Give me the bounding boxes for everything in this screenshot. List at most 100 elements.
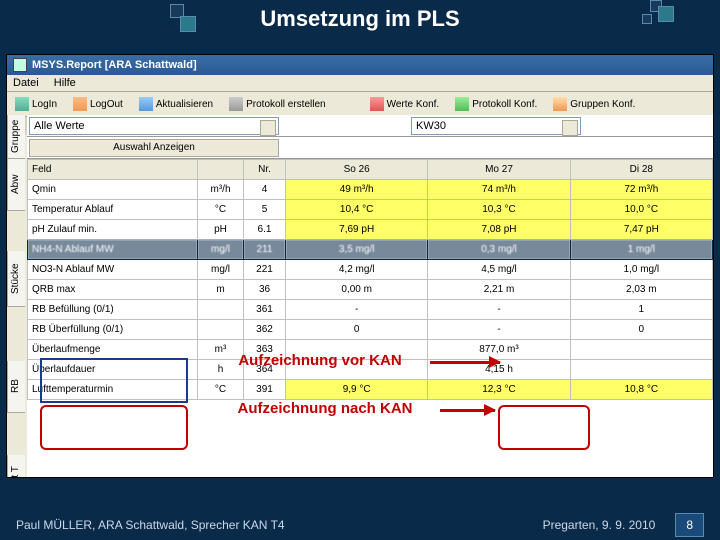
table-row: RB Befüllung (0/1)361--1	[28, 300, 713, 320]
protocol-create-button[interactable]: Protokoll erstellen	[225, 95, 329, 113]
table-row: QRB maxm360,00 m2,21 m2,03 m	[28, 280, 713, 300]
values-combo[interactable]: Alle Werte	[29, 117, 279, 135]
cell-nr: 36	[244, 280, 286, 300]
protokoll-konf-icon	[455, 97, 469, 111]
slide-number: 8	[675, 513, 704, 537]
cell-unit: °C	[198, 380, 244, 400]
cell-label: NH4-N Ablauf MW	[28, 240, 198, 260]
cell-nr: 4	[244, 180, 286, 200]
cell-so: 10,4 °C	[286, 200, 428, 220]
window-titlebar: MSYS.Report [ARA Schattwald]	[7, 55, 713, 75]
arrow-before	[430, 361, 500, 364]
cell-di: 1 mg/l	[570, 240, 712, 260]
cell-so: 49 m³/h	[286, 180, 428, 200]
cell-label: QRB max	[28, 280, 198, 300]
menu-file[interactable]: Datei	[13, 77, 39, 89]
cell-so: 9,9 °C	[286, 380, 428, 400]
cell-mo: -	[428, 320, 570, 340]
table-row: NO3-N Ablauf MWmg/l2214,2 mg/l4,5 mg/l1,…	[28, 260, 713, 280]
cell-so: 3,5 mg/l	[286, 240, 428, 260]
cell-mo: 0,3 mg/l	[428, 240, 570, 260]
cell-di: 10,8 °C	[570, 380, 712, 400]
cell-unit: °C	[198, 200, 244, 220]
table-row: Überlaufmengem³363877,0 m³	[28, 340, 713, 360]
col-day-0: So 26	[286, 160, 428, 180]
cell-nr: 391	[244, 380, 286, 400]
cell-nr: 221	[244, 260, 286, 280]
cell-mo: 74 m³/h	[428, 180, 570, 200]
app-icon	[13, 58, 27, 72]
cell-label: NO3-N Ablauf MW	[28, 260, 198, 280]
vtab-rb[interactable]: RB	[7, 361, 25, 413]
col-day-1: Mo 27	[428, 160, 570, 180]
login-icon	[15, 97, 29, 111]
vtab-stuecke[interactable]: Stücke	[7, 251, 25, 307]
vtab-luft[interactable]: uft T	[7, 455, 25, 478]
cell-mo: 4,5 mg/l	[428, 260, 570, 280]
col-unit	[198, 160, 244, 180]
gruppen-icon	[553, 97, 567, 111]
login-button[interactable]: LogIn	[11, 95, 61, 113]
table-row: Temperatur Ablauf°C510,4 °C10,3 °C10,0 °…	[28, 200, 713, 220]
cell-di: 1	[570, 300, 712, 320]
cell-unit: m³	[198, 340, 244, 360]
cell-nr: 362	[244, 320, 286, 340]
menu-help[interactable]: Hilfe	[54, 77, 76, 89]
logout-icon	[73, 97, 87, 111]
werte-icon	[370, 97, 384, 111]
gruppen-konf-button[interactable]: Gruppen Konf.	[549, 95, 639, 113]
cell-so	[286, 340, 428, 360]
cell-so: 0	[286, 320, 428, 340]
cell-label: RB Überfüllung (0/1)	[28, 320, 198, 340]
refresh-icon	[139, 97, 153, 111]
cell-label: Temperatur Ablauf	[28, 200, 198, 220]
cell-so	[286, 360, 428, 380]
logout-button[interactable]: LogOut	[69, 95, 127, 113]
werte-konf-button[interactable]: Werte Konf.	[366, 95, 444, 113]
cell-label: RB Befüllung (0/1)	[28, 300, 198, 320]
cell-unit: pH	[198, 220, 244, 240]
cell-mo: -	[428, 300, 570, 320]
cell-nr: 364	[244, 360, 286, 380]
protokoll-konf-button[interactable]: Protokoll Konf.	[451, 95, 541, 113]
blue-highlight-rb	[40, 358, 188, 403]
col-nr: Nr.	[244, 160, 286, 180]
table-row: NH4-N Ablauf MWmg/l2113,5 mg/l0,3 mg/l1 …	[28, 240, 713, 260]
vtab-abw[interactable]: Abw	[7, 159, 25, 211]
vtab-gruppe[interactable]: Gruppe	[7, 115, 25, 159]
header-row: Feld Nr. So 26 Mo 27 Di 28	[28, 160, 713, 180]
cell-di	[570, 360, 712, 380]
cell-nr: 361	[244, 300, 286, 320]
cell-di: 72 m³/h	[570, 180, 712, 200]
cell-di: 1,0 mg/l	[570, 260, 712, 280]
cell-unit	[198, 300, 244, 320]
cell-di: 10,0 °C	[570, 200, 712, 220]
red-highlight-values	[498, 405, 590, 450]
footer-left: Paul MÜLLER, ARA Schattwald, Sprecher KA…	[16, 518, 285, 532]
slide-title: Umsetzung im PLS	[260, 6, 459, 32]
cell-di: 7,47 pH	[570, 220, 712, 240]
cell-unit	[198, 320, 244, 340]
table-row: RB Überfüllung (0/1)3620-0	[28, 320, 713, 340]
cell-mo: 2,21 m	[428, 280, 570, 300]
table-row: Qminm³/h449 m³/h74 m³/h72 m³/h	[28, 180, 713, 200]
red-highlight-uberlauf	[40, 405, 188, 450]
cell-mo: 12,3 °C	[428, 380, 570, 400]
cell-so: -	[286, 300, 428, 320]
cell-so: 4,2 mg/l	[286, 260, 428, 280]
kw-combo[interactable]: KW30	[411, 117, 581, 135]
cell-unit: m	[198, 280, 244, 300]
table-row: pH Zulauf min.pH6.17,69 pH7,08 pH7,47 pH	[28, 220, 713, 240]
arrow-after	[440, 409, 495, 412]
cell-unit: mg/l	[198, 240, 244, 260]
footer-right: Pregarten, 9. 9. 2010	[543, 518, 656, 532]
cell-so: 0,00 m	[286, 280, 428, 300]
col-day-2: Di 28	[570, 160, 712, 180]
refresh-button[interactable]: Aktualisieren	[135, 95, 217, 113]
toolbar: LogIn LogOut Aktualisieren Protokoll ers…	[7, 92, 713, 117]
cell-di	[570, 340, 712, 360]
cell-nr: 5	[244, 200, 286, 220]
cell-label: Qmin	[28, 180, 198, 200]
window-title-text: MSYS.Report [ARA Schattwald]	[32, 59, 197, 71]
auswahl-anzeigen-button[interactable]: Auswahl Anzeigen	[29, 139, 279, 157]
